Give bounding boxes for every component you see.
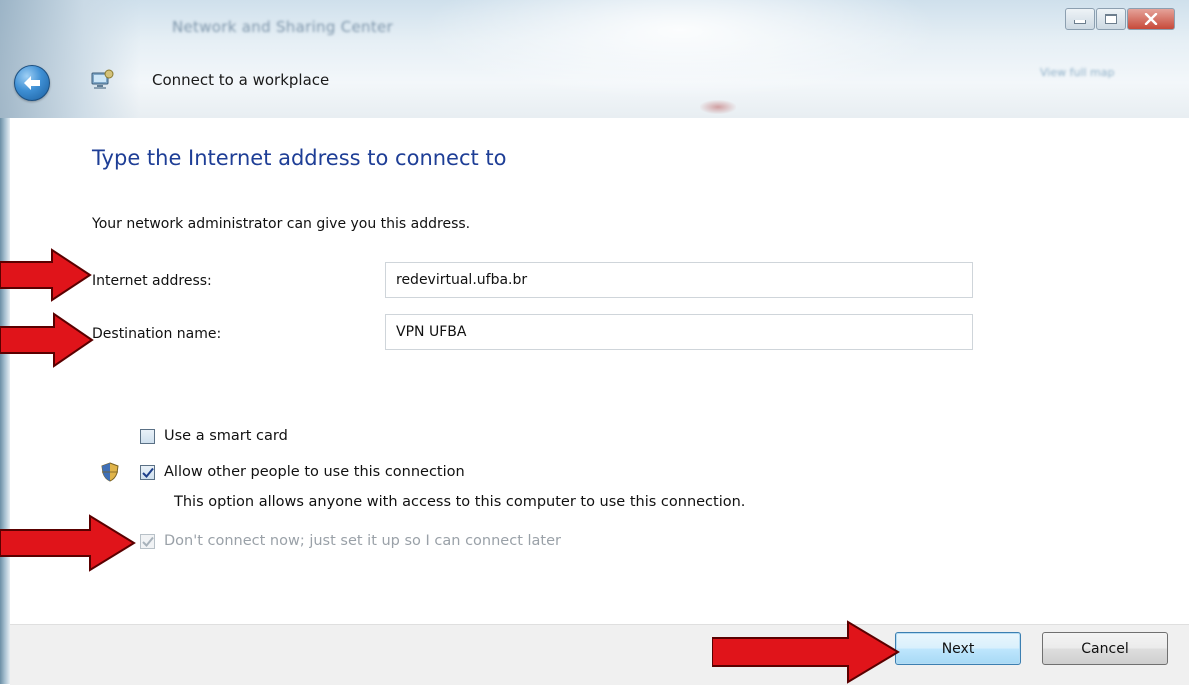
close-icon: [1144, 13, 1158, 25]
destination-name-input[interactable]: [385, 314, 973, 350]
annotation-arrow-icon: [0, 248, 92, 302]
cancel-button[interactable]: Cancel: [1042, 632, 1168, 665]
page-subtext: Your network administrator can give you …: [92, 216, 471, 232]
wizard-content: Type the Internet address to connect to …: [10, 118, 1189, 624]
caption-buttons: [1064, 8, 1175, 30]
background-window-title: Network and Sharing Center: [172, 18, 394, 36]
smart-card-label: Use a smart card: [164, 428, 288, 444]
dont-connect-checkbox[interactable]: [140, 533, 155, 549]
next-button[interactable]: Next: [895, 632, 1021, 665]
destination-name-label: Destination name:: [92, 326, 222, 342]
allow-others-checkbox[interactable]: [140, 464, 155, 480]
window-chrome: Network and Sharing Center View full map…: [0, 0, 1189, 118]
annotation-arrow-icon: [0, 312, 94, 368]
network-workplace-icon: [88, 67, 116, 95]
smart-card-option[interactable]: Use a smart card: [140, 428, 288, 444]
wizard-title: Connect to a workplace: [152, 71, 330, 89]
uac-shield-icon: [101, 462, 119, 482]
checkmark-icon: [141, 467, 154, 478]
allow-others-description: This option allows anyone with access to…: [174, 494, 746, 510]
dont-connect-label: Don't connect now; just set it up so I c…: [164, 533, 561, 549]
close-button[interactable]: [1127, 8, 1175, 30]
window-frame-edge: [0, 118, 10, 684]
glass-streak: [0, 0, 140, 118]
annotation-arrow-icon: [0, 514, 136, 572]
back-arrow-icon: [24, 76, 40, 90]
smart-card-checkbox[interactable]: [140, 428, 155, 444]
allow-others-label: Allow other people to use this connectio…: [164, 464, 465, 480]
internet-address-label: Internet address:: [92, 273, 212, 289]
dont-connect-option[interactable]: Don't connect now; just set it up so I c…: [140, 533, 561, 549]
background-window-link: View full map: [1040, 66, 1115, 79]
page-heading: Type the Internet address to connect to: [92, 146, 507, 170]
minimize-button[interactable]: [1065, 8, 1095, 30]
maximize-icon: [1105, 14, 1117, 24]
glass-glare: [420, 0, 940, 100]
internet-address-input[interactable]: [385, 262, 973, 298]
annotation-arrow-icon: [712, 620, 900, 684]
maximize-button[interactable]: [1096, 8, 1126, 30]
minimize-icon: [1074, 20, 1086, 24]
allow-others-option[interactable]: Allow other people to use this connectio…: [140, 464, 465, 480]
glass-smudge: [700, 100, 736, 114]
checkmark-icon: [141, 536, 154, 547]
back-button[interactable]: [14, 65, 50, 101]
